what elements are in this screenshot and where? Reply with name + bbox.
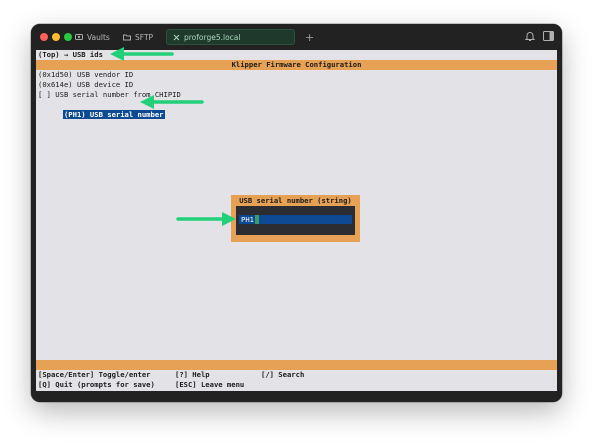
tab-vaults[interactable]: Vaults: [69, 29, 115, 45]
new-tab-button[interactable]: +: [299, 29, 315, 45]
tab-label: proforge5.local: [184, 32, 241, 42]
dialog-body: PH1: [236, 206, 355, 235]
terminal-screen[interactable]: (Top) → USB ids Klipper Firmware Configu…: [36, 50, 557, 391]
hint-search: [/] Search: [261, 370, 305, 379]
close-icon[interactable]: [173, 34, 180, 41]
hint-toggle-enter: [Space/Enter] Toggle/enter: [38, 370, 151, 379]
terminal-window: Vaults SFTP proforge5.local + (Top) → US…: [31, 24, 562, 402]
hint-leave-menu: [ESC] Leave menu: [175, 380, 245, 389]
annotation-arrow-selected-item: [140, 95, 204, 109]
hint-quit: [Q] Quit (prompts for save): [38, 380, 155, 389]
folder-icon: [123, 34, 131, 41]
menu-item-usb-device-id[interactable]: (0x614e) USB device ID: [38, 80, 133, 90]
dialog-title: USB serial number (string): [239, 196, 352, 205]
annotation-arrow-input: [176, 212, 236, 226]
tab-sftp[interactable]: SFTP: [117, 29, 161, 45]
selected-item-label: (PH1) USB serial number: [62, 110, 165, 119]
tab-proforge5-local[interactable]: proforge5.local: [166, 29, 295, 45]
tab-label: Vaults: [87, 32, 110, 42]
bell-icon[interactable]: [525, 31, 535, 42]
sidebar-toggle-icon[interactable]: [543, 31, 554, 41]
vault-icon: [75, 34, 83, 40]
minimize-window-button[interactable]: [52, 33, 60, 41]
key-hints: [Space/Enter] Toggle/enter [?] Help [/] …: [36, 370, 557, 390]
serial-number-input[interactable]: PH1: [239, 215, 352, 224]
hint-help: [?] Help: [175, 370, 210, 379]
input-value: PH1: [241, 215, 254, 224]
bottom-divider-bar: [36, 360, 557, 370]
menu-item-usb-vendor-id[interactable]: (0x1d50) USB vendor ID: [38, 70, 133, 80]
close-window-button[interactable]: [40, 33, 48, 41]
tab-label: SFTP: [135, 32, 154, 42]
text-cursor: [255, 215, 259, 224]
string-input-dialog: USB serial number (string) PH1: [231, 195, 360, 242]
annotation-arrow-breadcrumb: [110, 47, 174, 61]
breadcrumb: (Top) → USB ids: [38, 50, 103, 59]
